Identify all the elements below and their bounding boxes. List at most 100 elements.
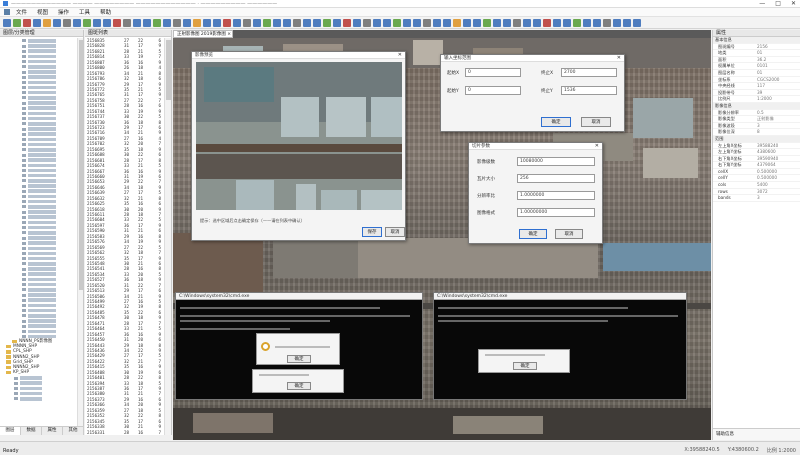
toolbar-tool-icon[interactable] bbox=[3, 18, 11, 27]
scroll-thumb[interactable] bbox=[166, 40, 171, 100]
toolbar-tool-icon[interactable] bbox=[93, 18, 101, 27]
toolbar-tool-icon[interactable] bbox=[473, 18, 481, 27]
toolbar-tool-icon[interactable] bbox=[523, 18, 531, 27]
toolbar-tool-icon[interactable] bbox=[493, 18, 501, 27]
toolbar-tool-icon[interactable] bbox=[273, 18, 281, 27]
property-group[interactable]: 影像信息 bbox=[713, 102, 800, 110]
toolbar-tool-icon[interactable] bbox=[293, 18, 301, 27]
toolbar-tool-icon[interactable] bbox=[253, 18, 261, 27]
tab-data[interactable]: 数据 bbox=[21, 427, 42, 435]
params-cancel-button[interactable]: 取消 bbox=[555, 229, 583, 239]
layer-tree-subitem[interactable] bbox=[0, 396, 77, 401]
property-row[interactable]: 右下角X坐标 39590940 bbox=[713, 156, 800, 163]
preview-cancel-button[interactable]: 取消 bbox=[385, 227, 405, 237]
layer-tree-item[interactable] bbox=[0, 334, 77, 339]
toolbar-tool-icon[interactable] bbox=[223, 18, 231, 27]
property-row[interactable]: 影像位深 8 bbox=[713, 129, 800, 136]
property-row[interactable]: 地类 01 bbox=[713, 50, 800, 57]
property-row[interactable]: 图层名称 01 bbox=[713, 70, 800, 77]
toolbar-tool-icon[interactable] bbox=[463, 18, 471, 27]
property-row[interactable]: 投影带号 39 bbox=[713, 90, 800, 97]
toolbar-tool-icon[interactable] bbox=[593, 18, 601, 27]
toolbar-tool-icon[interactable] bbox=[573, 18, 581, 27]
toolbar-tool-icon[interactable] bbox=[583, 18, 591, 27]
end-x-field[interactable]: 2700 bbox=[561, 68, 617, 77]
property-row[interactable]: cellX 0.500000 bbox=[713, 169, 800, 176]
toolbar-tool-icon[interactable] bbox=[263, 18, 271, 27]
toolbar-tool-icon[interactable] bbox=[443, 18, 451, 27]
toolbar-tool-icon[interactable] bbox=[123, 18, 131, 27]
property-row[interactable]: 右下角Y坐标 4379064 bbox=[713, 162, 800, 169]
console-left-ok-button-2[interactable]: 确定 bbox=[287, 382, 311, 390]
list-scrollbar[interactable] bbox=[164, 38, 171, 435]
close-button[interactable]: ✕ bbox=[791, 0, 796, 7]
close-icon[interactable]: ✕ bbox=[617, 55, 621, 62]
toolbar-tool-icon[interactable] bbox=[313, 18, 321, 27]
params-ok-button[interactable]: 确定 bbox=[519, 229, 547, 239]
property-row[interactable]: 影像波段 3 bbox=[713, 123, 800, 130]
toolbar-tool-icon[interactable] bbox=[43, 18, 51, 27]
property-row[interactable]: 面积 36.2 bbox=[713, 57, 800, 64]
toolbar-tool-icon[interactable] bbox=[363, 18, 371, 27]
toolbar-tool-icon[interactable] bbox=[163, 18, 171, 27]
toolbar-tool-icon[interactable] bbox=[613, 18, 621, 27]
toolbar-tool-icon[interactable] bbox=[423, 18, 431, 27]
toolbar-tool-icon[interactable] bbox=[383, 18, 391, 27]
menu-operate[interactable]: 操作 bbox=[58, 8, 69, 16]
toolbar-tool-icon[interactable] bbox=[603, 18, 611, 27]
tab-other[interactable]: 其他 bbox=[63, 427, 84, 435]
toolbar-tool-icon[interactable] bbox=[373, 18, 381, 27]
property-row[interactable]: bands 3 bbox=[713, 195, 800, 202]
toolbar-tool-icon[interactable] bbox=[143, 18, 151, 27]
toolbar-tool-icon[interactable] bbox=[113, 18, 121, 27]
toolbar-tool-icon[interactable] bbox=[243, 18, 251, 27]
toolbar-tool-icon[interactable] bbox=[563, 18, 571, 27]
toolbar-tool-icon[interactable] bbox=[343, 18, 351, 27]
toolbar-tool-icon[interactable] bbox=[133, 18, 141, 27]
menu-tools[interactable]: 工具 bbox=[79, 8, 90, 16]
toolbar-tool-icon[interactable] bbox=[513, 18, 521, 27]
property-row[interactable]: 影像分辨率 0.5 bbox=[713, 110, 800, 117]
start-y-field[interactable]: 0 bbox=[465, 86, 521, 95]
property-row[interactable]: 坐标系 CGCS2000 bbox=[713, 77, 800, 84]
toolbar-tool-icon[interactable] bbox=[483, 18, 491, 27]
property-row[interactable]: 左上角X坐标 39588240 bbox=[713, 143, 800, 150]
toolbar-tool-icon[interactable] bbox=[533, 18, 541, 27]
toolbar-tool-icon[interactable] bbox=[333, 18, 341, 27]
tile-size-field[interactable]: 256 bbox=[517, 174, 595, 183]
preview-save-button[interactable]: 保存 bbox=[362, 227, 382, 237]
toolbar-tool-icon[interactable] bbox=[33, 18, 41, 27]
toolbar-tool-icon[interactable] bbox=[203, 18, 211, 27]
property-row[interactable]: 中央经线 117 bbox=[713, 83, 800, 90]
toolbar-tool-icon[interactable] bbox=[213, 18, 221, 27]
property-group[interactable]: 范围 bbox=[713, 135, 800, 143]
console-right-ok-button[interactable]: 确定 bbox=[513, 362, 537, 370]
toolbar-tool-icon[interactable] bbox=[73, 18, 81, 27]
toolbar-tool-icon[interactable] bbox=[453, 18, 461, 27]
toolbar-tool-icon[interactable] bbox=[503, 18, 511, 27]
toolbar-tool-icon[interactable] bbox=[53, 18, 61, 27]
toolbar-tool-icon[interactable] bbox=[553, 18, 561, 27]
toolbar-tool-icon[interactable] bbox=[633, 18, 641, 27]
maximize-button[interactable]: □ bbox=[775, 0, 781, 7]
property-row[interactable]: 左上角Y坐标 4380600 bbox=[713, 149, 800, 156]
end-y-field[interactable]: 1536 bbox=[561, 86, 617, 95]
start-x-field[interactable]: 0 bbox=[465, 68, 521, 77]
toolbar-tool-icon[interactable] bbox=[433, 18, 441, 27]
property-row[interactable]: 图斑编号 2156 bbox=[713, 44, 800, 51]
menu-file[interactable]: 文件 bbox=[16, 8, 27, 16]
toolbar-tool-icon[interactable] bbox=[153, 18, 161, 27]
level-field[interactable]: 10080000 bbox=[517, 157, 595, 166]
format-field[interactable]: 1.00000000 bbox=[517, 208, 595, 217]
property-row[interactable]: cols 5400 bbox=[713, 182, 800, 189]
minimize-button[interactable]: — bbox=[759, 0, 765, 7]
toolbar-tool-icon[interactable] bbox=[323, 18, 331, 27]
toolbar-tool-icon[interactable] bbox=[63, 18, 71, 27]
ratio-field[interactable]: 1.0000000 bbox=[517, 191, 595, 200]
toolbar-tool-icon[interactable] bbox=[623, 18, 631, 27]
scroll-thumb[interactable] bbox=[79, 40, 83, 290]
property-group[interactable]: 基本信息 bbox=[713, 37, 800, 44]
toolbar-tool-icon[interactable] bbox=[23, 18, 31, 27]
toolbar-tool-icon[interactable] bbox=[353, 18, 361, 27]
close-icon[interactable]: ✕ bbox=[398, 52, 402, 59]
